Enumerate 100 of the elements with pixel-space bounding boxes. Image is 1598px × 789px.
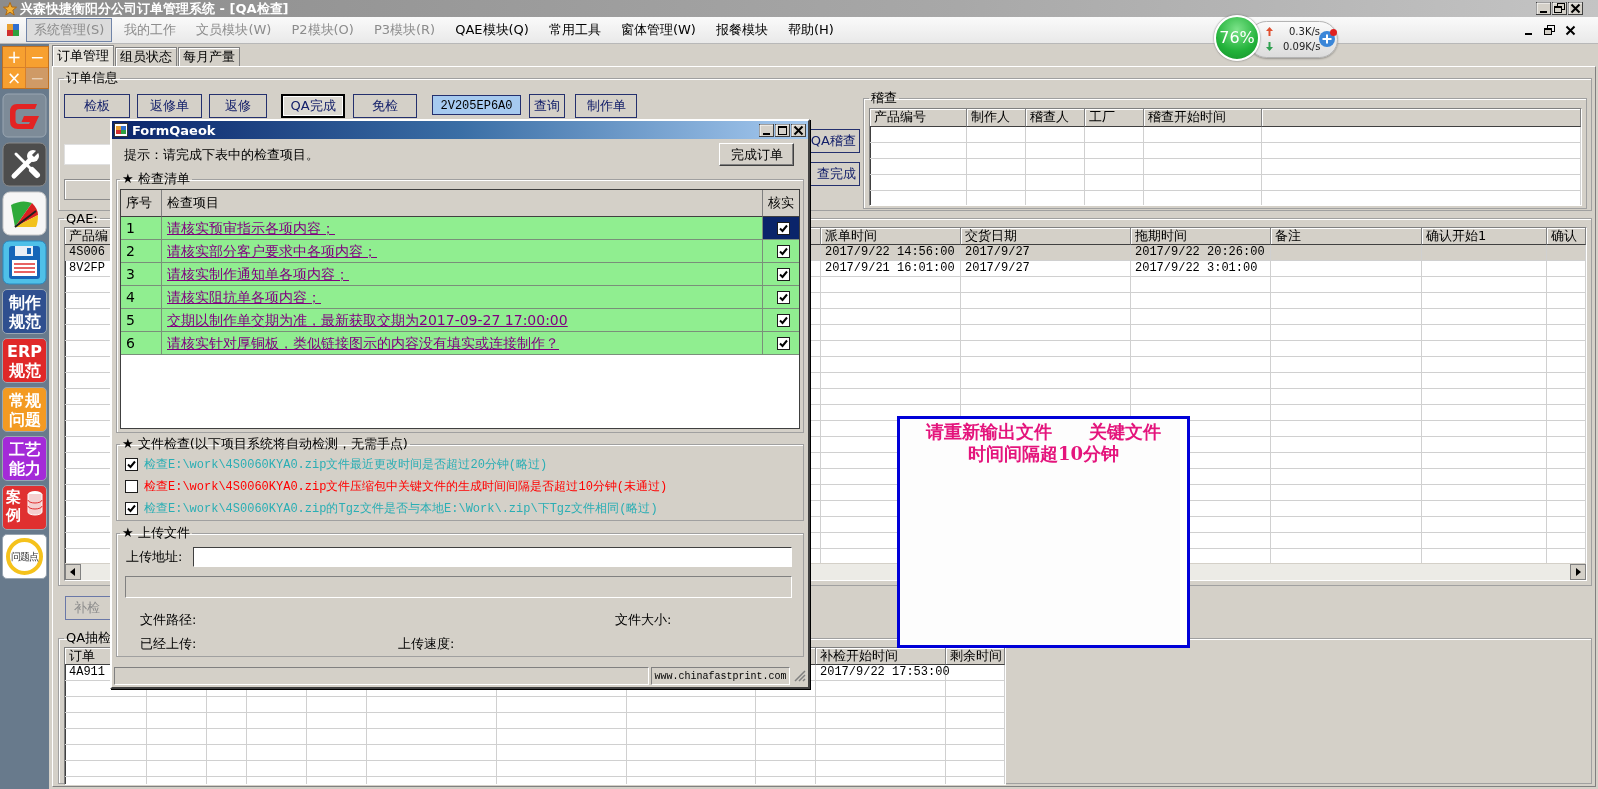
checklist-link[interactable]: 请核实针对厚铜板，类似链接图示的内容没有填实或连接制作？ [167,335,559,351]
table-cell [1547,501,1586,517]
toolbar-button[interactable]: 检板 [64,94,130,118]
toolbar-button[interactable]: 返修单 [137,94,202,118]
shortcut-button[interactable]: 工艺能力 [2,436,47,481]
case-button[interactable]: 案例 [2,485,47,530]
table-cell [247,729,307,745]
toolbar-button[interactable]: 查询 [529,94,565,118]
minimize-button[interactable] [1536,2,1551,15]
checklist-link[interactable]: 请核实预审指示各项内容； [167,220,335,236]
table-cell [1547,325,1586,341]
restore-button[interactable] [1552,2,1567,15]
table-cell [247,745,307,761]
issues-button[interactable]: 问题点 [2,534,47,579]
close-button[interactable] [1568,2,1583,15]
checkbox[interactable] [125,501,138,515]
checkbox[interactable] [125,457,138,471]
column-header: 交货日期 [961,228,1131,245]
tab[interactable]: 订单管理 [52,45,114,66]
restore-button[interactable] [1542,23,1557,37]
scroll-left-button[interactable] [65,564,81,580]
checklist-link[interactable]: 交期以制作单交期为准，最新获取交期为2017-09-27 17:00:00 [167,312,568,328]
toolbar-button[interactable]: 返修 [209,94,267,118]
checkbox[interactable] [777,221,790,235]
app-icon [3,1,17,16]
column-header: 制作人 [967,109,1026,127]
table-cell [147,729,207,745]
table-cell: 2017/9/21 16:01:00 [821,261,961,277]
check-result-text: 检查E:\work\4S0060KYA0.zip文件最近更改时间是否超过20分钟(略过) [144,456,548,473]
table-cell [247,761,307,777]
table-cell [967,159,1026,175]
checkbox[interactable] [777,290,790,304]
tab[interactable]: 组员状态 [115,47,177,66]
database-icon [27,488,43,518]
checkbox[interactable] [777,267,790,281]
table-cell [946,697,1005,713]
tools-icon[interactable] [2,142,47,187]
scroll-right-button[interactable] [1570,564,1586,580]
hint-text: 提示：请完成下表中的检查项目。 [124,145,319,164]
menu-item[interactable]: 报餐模块 [707,18,776,42]
table-cell [756,761,816,777]
input-field[interactable] [64,144,112,165]
table-cell [1547,261,1586,277]
save-icon[interactable] [2,240,47,285]
toolbar-button[interactable]: 免检 [353,94,417,118]
close-button[interactable] [1563,23,1578,37]
alert-message: 请重新输出文件 关键文件 [925,421,1162,443]
checkbox[interactable] [125,479,138,493]
checkbox[interactable] [777,313,790,327]
table-cell [1547,389,1586,405]
menu-item[interactable]: 帮助(H) [779,18,842,42]
menu-item[interactable]: 窗体管理(W) [612,18,704,42]
add-button[interactable] [1318,28,1338,48]
table-row[interactable]: 6 请核实针对厚铜板，类似链接图示的内容没有填实或连接制作？ [121,332,799,355]
checklist-link[interactable]: 请核实部分客户要求中各项内容； [167,243,377,259]
up-arrow-icon [1266,27,1273,36]
toolbar-button[interactable]: QA完成 [281,94,345,118]
address-field[interactable] [193,547,792,567]
maximize-button[interactable] [775,123,790,137]
table-row[interactable]: 4 请核实阻抗单各项内容； [121,286,799,309]
tab[interactable]: 每月产量 [178,47,240,66]
fan-chart-icon[interactable] [2,191,47,236]
checklist-link[interactable]: 请核实阻抗单各项内容； [167,289,321,305]
table-row[interactable]: 1 请核实预审指示各项内容； [121,217,799,240]
menu-item[interactable]: 常用工具 [540,18,609,42]
table-cell [1547,453,1586,469]
table-cell [1547,437,1586,453]
resize-grip-icon[interactable] [792,667,806,683]
shortcut-button[interactable]: 制作规范 [2,289,47,334]
group-title: QAE: [65,211,99,226]
field-label: 上传地址: [126,548,183,566]
table-cell: 6 [121,332,162,355]
window-icon [114,123,128,137]
table-row[interactable]: 2 请核实部分客户要求中各项内容； [121,240,799,263]
table-cell [207,745,247,761]
field-label: 文件路径: [140,611,198,629]
upload-speed: 0.3K/s [1289,26,1321,37]
table-cell [147,745,207,761]
menu-item[interactable]: QAE模块(Q) [447,18,537,42]
checklist-link[interactable]: 请核实制作通知单各项内容； [167,266,349,282]
finish-order-button[interactable]: 完成订单 [719,143,794,166]
table-cell [307,729,367,745]
table-cell [946,745,1005,761]
dialog-title: FormQaeok [132,122,216,138]
table-row[interactable]: 3 请核实制作通知单各项内容； [121,263,799,286]
table-cell[interactable] [763,217,799,240]
close-button[interactable] [791,123,806,137]
table-cell [756,713,816,729]
column-header: 备注 [1271,228,1422,245]
checkbox[interactable] [777,336,790,350]
minimize-button[interactable] [759,123,774,137]
table-cell [946,681,1005,697]
table-row[interactable]: 5 交期以制作单交期为准，最新获取交期为2017-09-27 17:00:00 [121,309,799,332]
checkbox[interactable] [777,244,790,258]
column-header: 稽查开始时间 [1144,109,1262,127]
shortcut-button[interactable]: ERP规范 [2,338,47,383]
table-cell [1547,357,1586,373]
order-number-field[interactable]: 2V205EP6A0 [432,95,521,115]
toolbar-button[interactable]: 制作单 [575,94,637,118]
field-label: 上传速度: [398,635,455,653]
